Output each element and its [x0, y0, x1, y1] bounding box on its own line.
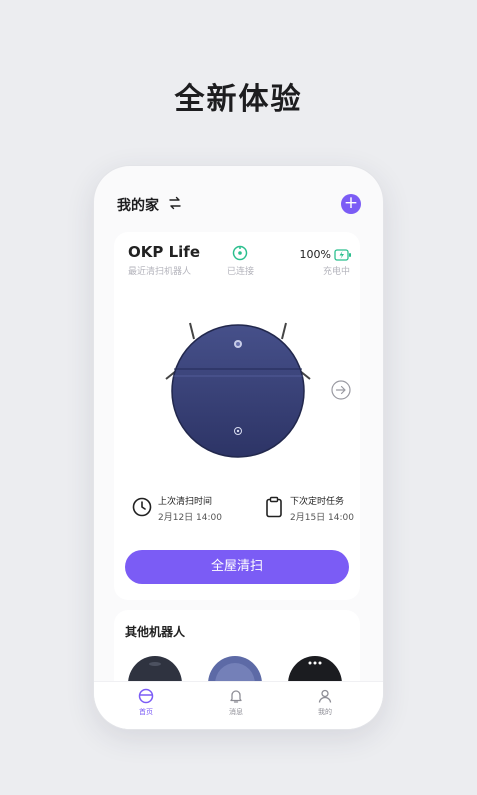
robot-home-icon — [138, 688, 154, 704]
tab-home-label: 首页 — [139, 708, 153, 716]
device-name: OKP Life — [128, 243, 200, 261]
battery-indicator: 100% — [300, 248, 352, 261]
tab-profile-label: 我的 — [318, 708, 332, 716]
charging-status: 充电中 — [322, 267, 350, 277]
next-task-label: 下次定时任务 — [290, 497, 345, 507]
last-clean-time: 2月12日 14:00 — [158, 513, 222, 523]
device-card: OKP Life 最近清扫机器人 已连接 100% 充电中 上次清扫时间 2月1… — [114, 232, 360, 600]
tab-profile[interactable]: 我的 — [300, 688, 350, 717]
robot-vacuum-image — [165, 322, 311, 458]
top-bar: 我的家 + — [94, 166, 383, 232]
home-title[interactable]: 我的家 — [117, 195, 159, 215]
tab-messages[interactable]: 消息 — [211, 688, 261, 717]
phone-frame: 我的家 + OKP Life 最近清扫机器人 已连接 100% 充电中 上次清扫… — [94, 166, 383, 729]
clipboard-icon — [266, 496, 282, 518]
next-task-time: 2月15日 14:00 — [290, 513, 354, 523]
whole-house-clean-button[interactable]: 全屋清扫 — [125, 550, 349, 584]
bottom-tab-bar: 首页 消息 我的 — [94, 681, 383, 729]
connection-icon — [232, 245, 248, 261]
tab-home[interactable]: 首页 — [121, 688, 171, 717]
next-device-arrow-icon[interactable] — [331, 380, 351, 400]
connection-status: 已连接 — [227, 267, 255, 277]
battery-charging-icon — [334, 248, 351, 261]
battery-level: 100% — [299, 248, 331, 261]
device-subtitle: 最近清扫机器人 — [128, 267, 192, 277]
page-headline: 全新体验 — [174, 82, 303, 117]
user-icon — [318, 689, 332, 703]
tab-messages-label: 消息 — [229, 708, 243, 716]
add-device-button[interactable]: + — [341, 194, 361, 214]
robot-thumbnail[interactable] — [206, 654, 264, 684]
other-robots-title: 其他机器人 — [125, 625, 186, 639]
bell-icon — [230, 690, 242, 703]
last-clean-label: 上次清扫时间 — [158, 497, 213, 507]
swap-icon[interactable] — [168, 196, 182, 210]
robot-thumbnail[interactable] — [286, 654, 344, 684]
clock-icon — [132, 497, 152, 517]
robot-thumbnail[interactable] — [126, 654, 184, 684]
